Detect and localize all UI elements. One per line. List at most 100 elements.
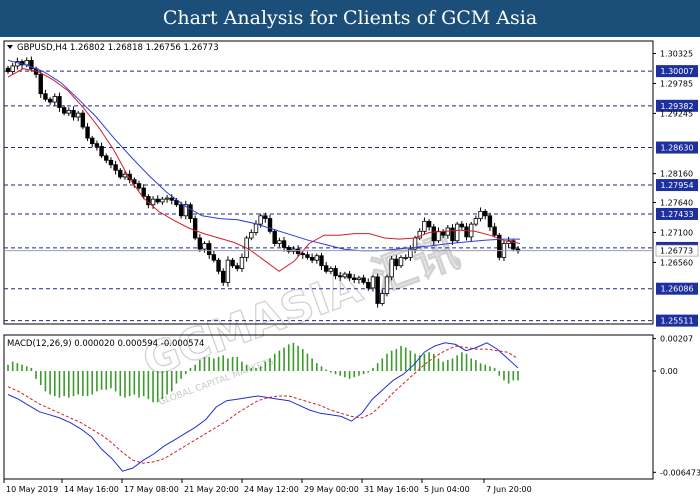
candle	[459, 223, 465, 228]
candle	[221, 270, 226, 283]
candle	[235, 265, 240, 269]
candle	[94, 143, 100, 147]
candle	[258, 215, 263, 225]
y-tick-label: 1.30325	[660, 49, 693, 58]
candle	[366, 281, 371, 289]
x-tick-label: 31 May 16:00	[364, 485, 419, 494]
y-tick-label: 1.27640	[660, 198, 693, 207]
candle	[403, 257, 408, 259]
candle	[370, 276, 376, 289]
candle	[188, 204, 193, 219]
candle	[380, 293, 385, 304]
candle	[422, 220, 427, 232]
candle	[464, 226, 469, 238]
candle	[352, 277, 357, 281]
candle	[323, 265, 329, 272]
candle	[267, 218, 273, 232]
candle	[328, 268, 334, 272]
level-label: 1.27954	[660, 181, 693, 190]
price-panel-title: GBPUSD,H4 1.26802 1.26818 1.26756 1.2677…	[17, 43, 219, 53]
candle	[178, 204, 184, 217]
macd-panel: MACD(12,26,9) 0.000020 0.000594 -0.00057…	[3, 334, 654, 480]
candle	[431, 226, 436, 242]
candle	[492, 226, 497, 236]
candle	[305, 254, 310, 258]
candle	[118, 169, 123, 178]
candle	[169, 197, 174, 201]
candle	[281, 240, 287, 248]
candle	[10, 65, 15, 72]
candle	[487, 215, 493, 228]
candle	[454, 223, 460, 242]
candle	[389, 258, 394, 278]
chart-area[interactable]: GCMASIA 汇讯GLOBAL CAPITAL MARKETS GBPUSD,…	[0, 37, 700, 500]
candle	[342, 273, 348, 278]
y-tick-label: 1.27100	[660, 228, 693, 237]
y-tick-label: 1.29245	[660, 109, 693, 118]
candle	[263, 215, 268, 219]
candle	[300, 253, 305, 256]
level-label: 1.25511	[660, 317, 693, 326]
candle	[295, 248, 301, 254]
dropdown-triangle-icon	[7, 45, 13, 49]
macd-panel-title: MACD(12,26,9) 0.000020 0.000594 -0.00057…	[7, 339, 204, 349]
candle	[450, 227, 455, 242]
candle	[436, 230, 441, 242]
macd-frame	[3, 334, 654, 480]
y-tick-label: 1.29785	[660, 79, 693, 88]
candle	[202, 243, 207, 250]
candle	[108, 159, 114, 166]
candle	[71, 109, 76, 118]
candle	[319, 255, 324, 267]
candle	[249, 232, 254, 239]
candle	[230, 259, 235, 267]
candle	[5, 67, 11, 72]
candle	[426, 220, 432, 228]
level-label: 1.30007	[660, 67, 693, 76]
candle	[75, 112, 81, 118]
y-tick-label: 1.28160	[660, 170, 693, 179]
candle	[43, 93, 48, 100]
candle	[113, 164, 118, 171]
x-tick-label: 24 May 12:00	[244, 485, 299, 494]
candle	[38, 73, 43, 95]
level-label: 1.26086	[660, 285, 693, 294]
level-label: 1.28630	[660, 144, 693, 153]
x-tick-label: 14 May 16:00	[64, 485, 119, 494]
candle	[66, 109, 72, 114]
candle	[225, 259, 231, 283]
candle	[160, 198, 165, 203]
candle	[338, 275, 343, 278]
x-tick-label: 7 Jun 20:00	[486, 485, 532, 494]
macd-y-tick-label: 0.00	[660, 367, 678, 376]
candle	[47, 98, 53, 103]
level-label: 1.27433	[660, 210, 693, 219]
candle	[384, 276, 390, 294]
candle	[192, 218, 198, 239]
candle	[57, 96, 62, 108]
candle	[253, 223, 259, 233]
x-tick-label: 10 May 2019	[6, 485, 58, 494]
candle	[347, 273, 352, 279]
candle	[90, 137, 95, 145]
candle	[216, 259, 221, 272]
x-tick-label: 17 May 08:00	[124, 485, 179, 494]
x-tick-label: 21 May 20:00	[184, 485, 239, 494]
x-tick-label: 29 May 00:00	[304, 485, 359, 494]
ma-slow-line	[7, 59, 520, 252]
candle	[206, 243, 212, 256]
candle	[99, 146, 104, 157]
candle	[136, 183, 142, 189]
candle	[483, 210, 488, 217]
candle	[375, 276, 380, 304]
candle	[141, 187, 146, 197]
candle	[239, 257, 245, 269]
candle	[155, 198, 160, 203]
x-tick-label: 5 Jun 04:00	[424, 485, 470, 494]
macd-y-tick-label: -0.006473	[660, 468, 700, 477]
candle	[211, 254, 217, 261]
current-price-label: 1.26773	[660, 247, 693, 256]
candle	[478, 210, 483, 219]
candle	[394, 258, 399, 267]
candle	[314, 255, 320, 261]
